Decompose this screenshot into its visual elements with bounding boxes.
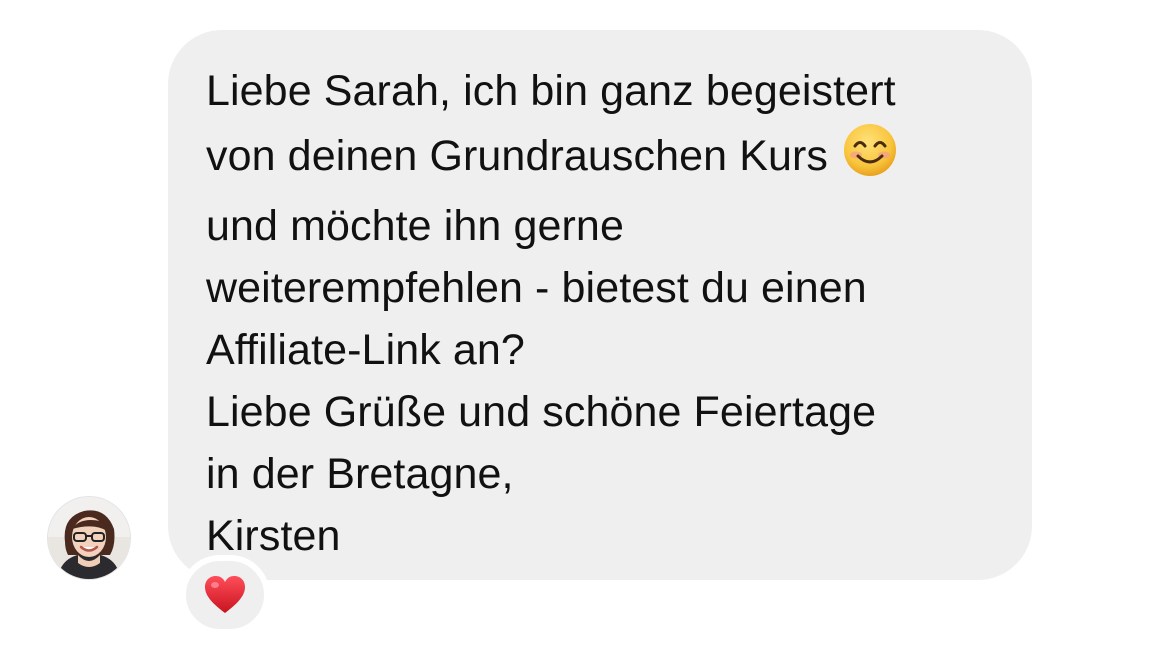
message-thread: Liebe Sarah, ich bin ganz begeistert von… [0, 0, 1170, 649]
message-line: weiterempfehlen - bietest du einen [206, 264, 867, 312]
smiling-face-icon [842, 122, 898, 195]
message-line: von deinen Grundrauschen Kurs [206, 132, 829, 180]
reaction-badge[interactable] [180, 555, 270, 635]
message-line-with-emoji: von deinen Grundrauschen Kurs [206, 122, 1016, 195]
message-line: Liebe Sarah, ich bin ganz begeistert [206, 67, 896, 115]
message-line: und möchte ihn gerne [206, 202, 624, 250]
red-heart-icon [205, 576, 245, 613]
user-photo-avatar-icon [48, 497, 130, 579]
message-line: Liebe Grüße und schöne Feiertage [206, 388, 877, 436]
message-line: in der Bretagne, [206, 450, 514, 498]
message-line: Affiliate-Link an? [206, 326, 525, 374]
sender-avatar[interactable] [48, 497, 130, 579]
message-text: Liebe Sarah, ich bin ganz begeistert von… [206, 60, 1016, 567]
message-line: Kirsten [206, 512, 341, 560]
